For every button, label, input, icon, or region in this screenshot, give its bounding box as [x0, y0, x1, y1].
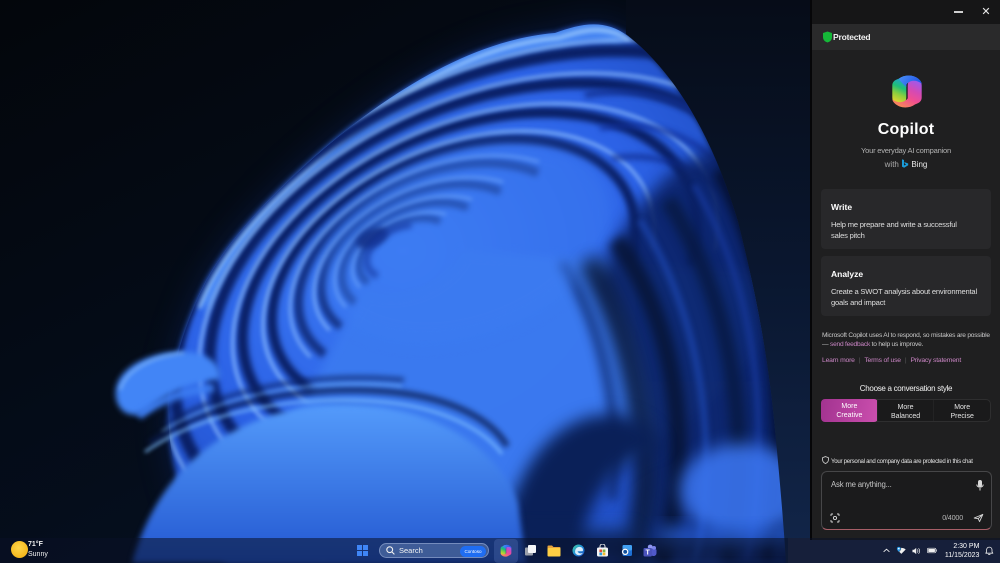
svg-text:T: T	[646, 550, 651, 557]
